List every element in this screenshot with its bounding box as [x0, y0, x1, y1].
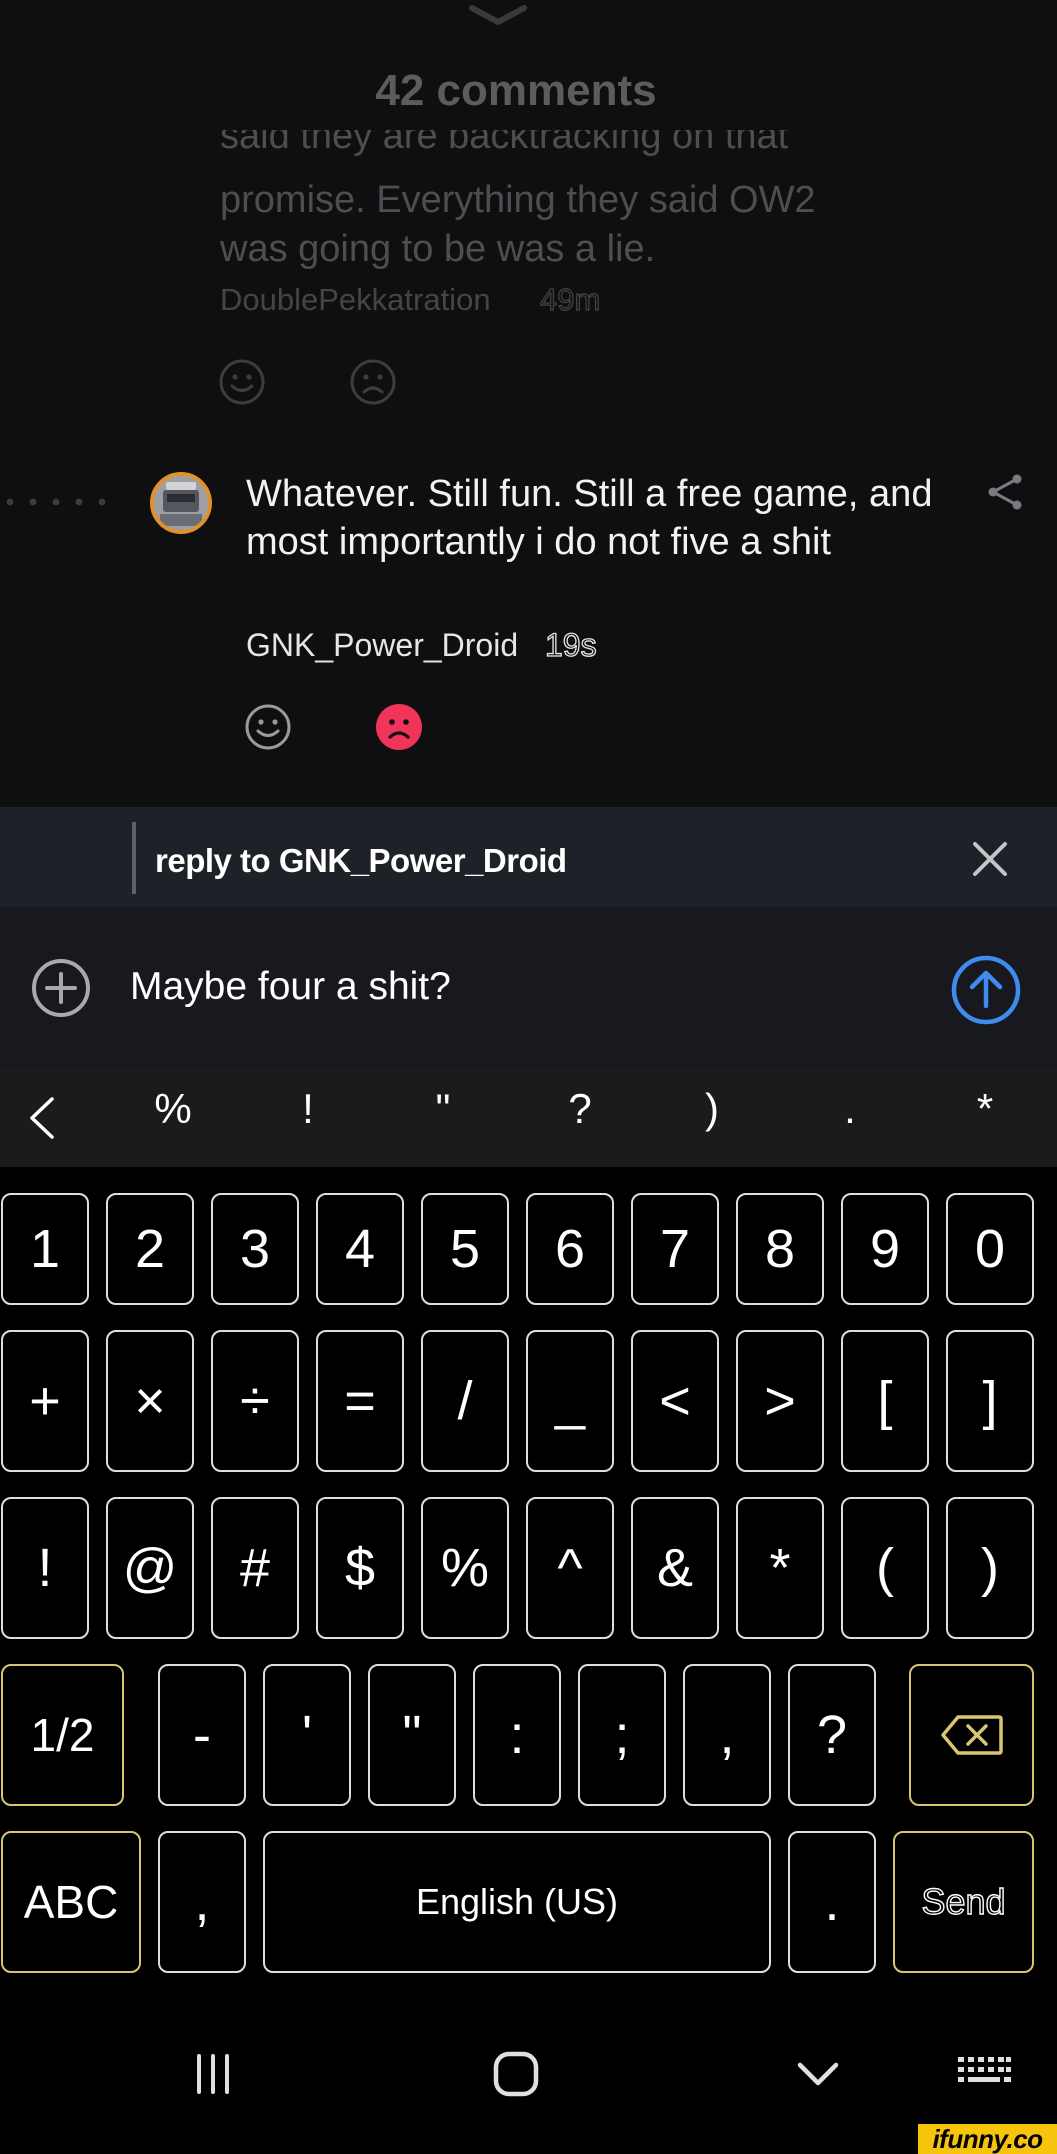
key-question[interactable]: ?	[788, 1664, 876, 1806]
key-8[interactable]: 8	[736, 1193, 824, 1305]
key-less-than[interactable]: <	[631, 1330, 719, 1472]
unsmile-active-icon[interactable]	[375, 703, 423, 751]
robot-avatar-icon	[154, 476, 208, 530]
key-dollar[interactable]: $	[316, 1497, 404, 1639]
key-at[interactable]: @	[106, 1497, 194, 1639]
smile-icon[interactable]	[244, 703, 292, 751]
previous-comment-author[interactable]: DoublePekkatration	[220, 282, 491, 318]
smile-icon[interactable]	[218, 358, 266, 406]
page-toggle-key[interactable]: 1/2	[1, 1664, 124, 1806]
send-arrow-icon[interactable]	[950, 954, 1022, 1026]
key-equals[interactable]: =	[316, 1330, 404, 1472]
key-period[interactable]: .	[788, 1831, 876, 1973]
chevron-down-icon[interactable]	[468, 2, 528, 32]
system-navigation-bar	[0, 1987, 1057, 2154]
key-divide[interactable]: ÷	[211, 1330, 299, 1472]
avatar[interactable]	[150, 472, 212, 534]
key-dash[interactable]: -	[158, 1664, 246, 1806]
reply-divider	[132, 822, 136, 894]
watermark-logo: ifunny.co	[918, 2124, 1057, 2154]
key-semicolon[interactable]: ;	[578, 1664, 666, 1806]
key-open-bracket[interactable]: [	[841, 1330, 929, 1472]
abc-key[interactable]: ABC	[1, 1831, 141, 1973]
reply-bar: reply to GNK_Power_Droid	[0, 807, 1057, 907]
chevron-left-icon[interactable]	[22, 1095, 62, 1141]
comment-composer	[0, 907, 1057, 1067]
previous-comment-line: promise. Everything they said OW2	[220, 179, 816, 221]
close-icon[interactable]	[970, 839, 1010, 879]
key-multiply[interactable]: ×	[106, 1330, 194, 1472]
key-3[interactable]: 3	[211, 1193, 299, 1305]
key-0[interactable]: 0	[946, 1193, 1034, 1305]
key-2[interactable]: 2	[106, 1193, 194, 1305]
key-ampersand[interactable]: &	[631, 1497, 719, 1639]
key-colon[interactable]: :	[473, 1664, 561, 1806]
previous-comment-line: said they are backtracking on that	[220, 130, 789, 157]
send-key[interactable]: Send	[893, 1831, 1034, 1973]
symbol-suggestion[interactable]: "	[413, 1085, 473, 1133]
key-close-bracket[interactable]: ]	[946, 1330, 1034, 1472]
key-percent[interactable]: %	[421, 1497, 509, 1639]
previous-comment-time: 49m	[539, 281, 601, 317]
comments-panel: 42 comments said they are backtracking o…	[0, 0, 1057, 807]
key-underscore[interactable]: _	[526, 1330, 614, 1472]
comment-text: Whatever. Still fun. Still a free game, …	[246, 473, 933, 563]
symbol-suggestion[interactable]: *	[955, 1085, 1015, 1133]
key-open-paren[interactable]: (	[841, 1497, 929, 1639]
home-icon[interactable]	[492, 2050, 540, 2098]
key-slash[interactable]: /	[421, 1330, 509, 1472]
backspace-icon	[940, 1715, 1003, 1755]
key-close-paren[interactable]: )	[946, 1497, 1034, 1639]
space-key[interactable]: English (US)	[263, 1831, 771, 1973]
recent-apps-icon[interactable]	[193, 2052, 233, 2096]
key-apostrophe[interactable]: '	[263, 1664, 351, 1806]
thread-dots-icon	[6, 498, 106, 506]
share-icon[interactable]	[985, 472, 1025, 512]
key-caret[interactable]: ^	[526, 1497, 614, 1639]
reply-to-label: reply to GNK_Power_Droid	[155, 842, 567, 879]
comment-author[interactable]: GNK_Power_Droid	[246, 627, 518, 664]
key-1[interactable]: 1	[1, 1193, 89, 1305]
key-9[interactable]: 9	[841, 1193, 929, 1305]
key-4[interactable]: 4	[316, 1193, 404, 1305]
key-plus[interactable]: +	[1, 1330, 89, 1472]
add-attachment-icon[interactable]	[30, 957, 92, 1019]
key-5[interactable]: 5	[421, 1193, 509, 1305]
hide-keyboard-icon[interactable]	[796, 2060, 840, 2088]
symbol-suggestion[interactable]: %	[143, 1085, 203, 1133]
symbol-suggestion[interactable]: !	[278, 1085, 338, 1133]
symbol-suggestion-row: % ! " ? ) . *	[0, 1067, 1057, 1167]
key-asterisk[interactable]: *	[736, 1497, 824, 1639]
symbol-suggestion[interactable]: )	[682, 1085, 742, 1133]
unsmile-icon[interactable]	[349, 358, 397, 406]
key-comma-bottom[interactable]: ,	[158, 1831, 246, 1973]
symbol-suggestion[interactable]: ?	[550, 1085, 610, 1133]
keyboard-switch-icon[interactable]	[956, 2055, 1012, 2091]
key-6[interactable]: 6	[526, 1193, 614, 1305]
key-quote[interactable]: "	[368, 1664, 456, 1806]
backspace-key[interactable]	[909, 1664, 1034, 1806]
symbol-suggestion[interactable]: .	[820, 1085, 880, 1133]
previous-comment-line: was going to be was a lie.	[220, 228, 656, 270]
key-greater-than[interactable]: >	[736, 1330, 824, 1472]
symbol-keyboard: 1 2 3 4 5 6 7 8 9 0 + × ÷ = / _ < > [ ] …	[0, 1167, 1057, 1987]
comments-count-title: 42 comments	[375, 66, 657, 115]
key-exclamation[interactable]: !	[1, 1497, 89, 1639]
comment-time: 19s	[544, 626, 597, 663]
comment-input[interactable]	[130, 957, 910, 1017]
key-7[interactable]: 7	[631, 1193, 719, 1305]
key-hash[interactable]: #	[211, 1497, 299, 1639]
key-comma[interactable]: ,	[683, 1664, 771, 1806]
